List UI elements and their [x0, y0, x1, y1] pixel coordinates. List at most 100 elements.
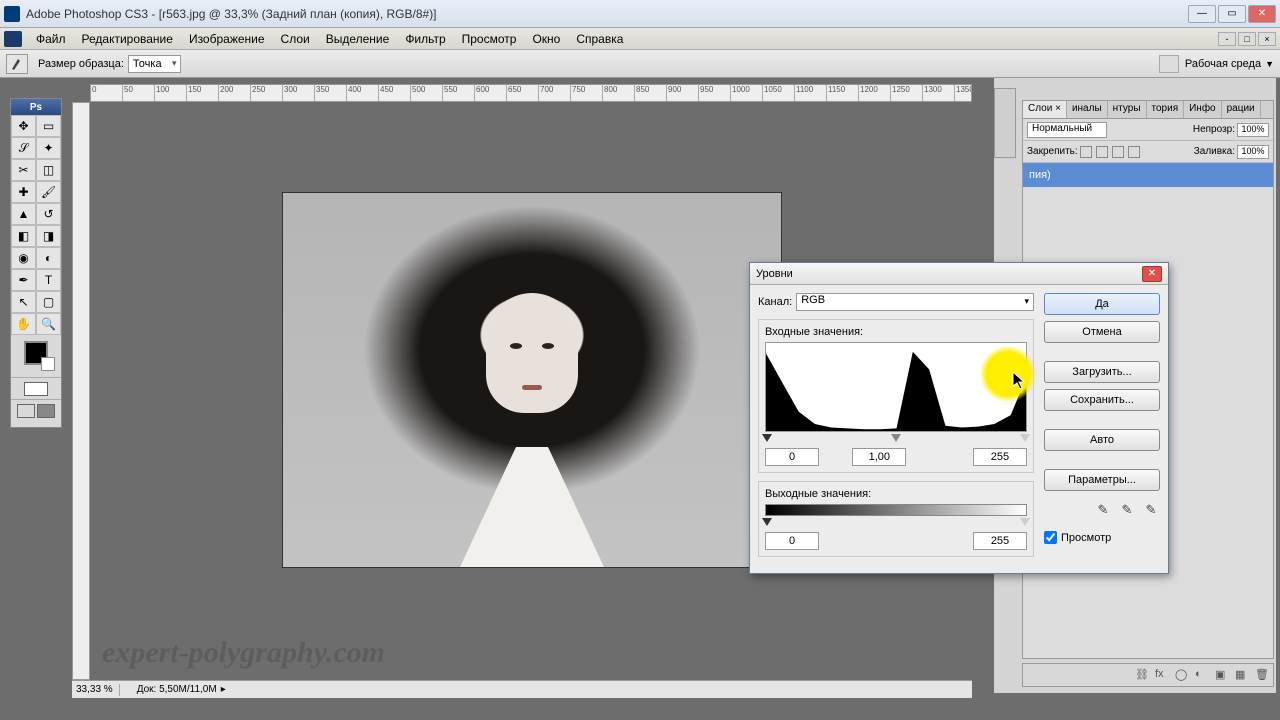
- menu-window[interactable]: Окно: [524, 30, 568, 48]
- zoom-tool-icon[interactable]: 🔍: [36, 313, 61, 335]
- tab-history[interactable]: тория: [1147, 101, 1185, 118]
- dodge-tool-icon[interactable]: ◐: [36, 247, 61, 269]
- fill-input[interactable]: 100%: [1237, 145, 1269, 159]
- tab-actions[interactable]: рации: [1222, 101, 1261, 118]
- tab-paths[interactable]: нтуры: [1108, 101, 1147, 118]
- zoom-level[interactable]: 33,33 %: [76, 684, 113, 695]
- lock-pos-icon[interactable]: [1112, 146, 1124, 158]
- options-button[interactable]: Параметры...: [1044, 469, 1160, 491]
- ruler-horizontal[interactable]: 0501001502002503003504004505005506006507…: [90, 84, 972, 102]
- slice-tool-icon[interactable]: ◫: [36, 159, 61, 181]
- menu-help[interactable]: Справка: [568, 30, 631, 48]
- pen-tool-icon[interactable]: ✒: [11, 269, 36, 291]
- wand-tool-icon[interactable]: ✦: [36, 137, 61, 159]
- shape-tool-icon[interactable]: ▢: [36, 291, 61, 313]
- tab-layers[interactable]: Слои ×: [1023, 101, 1067, 118]
- preview-checkbox[interactable]: [1044, 531, 1057, 544]
- doc-restore-icon[interactable]: □: [1238, 32, 1256, 46]
- input-gamma-field[interactable]: [852, 448, 906, 466]
- preview-label: Просмотр: [1061, 532, 1111, 544]
- menu-edit[interactable]: Редактирование: [74, 30, 181, 48]
- history-brush-icon[interactable]: ↺: [36, 203, 61, 225]
- auto-button[interactable]: Авто: [1044, 429, 1160, 451]
- output-slider-track[interactable]: [765, 518, 1027, 528]
- output-black-slider[interactable]: [762, 518, 772, 526]
- document-canvas[interactable]: [282, 192, 782, 568]
- trash-icon[interactable]: 🗑: [1255, 668, 1269, 682]
- eraser-tool-icon[interactable]: ◧: [11, 225, 36, 247]
- background-swatch[interactable]: [41, 357, 55, 371]
- black-point-slider[interactable]: [762, 434, 772, 442]
- menu-layer[interactable]: Слои: [273, 30, 318, 48]
- gradient-tool-icon[interactable]: ◨: [36, 225, 61, 247]
- crop-tool-icon[interactable]: ✂: [11, 159, 36, 181]
- workspace-label[interactable]: Рабочая среда: [1185, 58, 1261, 70]
- output-white-slider[interactable]: [1020, 518, 1030, 526]
- output-white-field[interactable]: [973, 532, 1027, 550]
- layer-row-active[interactable]: пия): [1023, 163, 1273, 187]
- output-black-field[interactable]: [765, 532, 819, 550]
- menu-image[interactable]: Изображение: [181, 30, 273, 48]
- save-button[interactable]: Сохранить...: [1044, 389, 1160, 411]
- opacity-label: Непрозр:: [1193, 124, 1235, 135]
- ruler-vertical[interactable]: [72, 102, 90, 680]
- workspace-icon[interactable]: [1159, 55, 1179, 73]
- lock-trans-icon[interactable]: [1080, 146, 1092, 158]
- eyedropper-gray-icon[interactable]: ✎: [1118, 501, 1136, 519]
- brush-tool-icon[interactable]: 🖌: [36, 181, 61, 203]
- path-tool-icon[interactable]: ↖: [11, 291, 36, 313]
- heal-tool-icon[interactable]: ✚: [11, 181, 36, 203]
- cancel-button[interactable]: Отмена: [1044, 321, 1160, 343]
- blend-mode-select[interactable]: Нормальный: [1027, 122, 1107, 138]
- dialog-close-button[interactable]: ✕: [1142, 266, 1162, 282]
- panel-dock-icon[interactable]: [994, 88, 1016, 158]
- toolbox-header[interactable]: Ps: [11, 99, 61, 115]
- menu-filter[interactable]: Фильтр: [397, 30, 453, 48]
- ok-button[interactable]: Да: [1044, 293, 1160, 315]
- layer-fx-icon[interactable]: fx: [1155, 668, 1169, 682]
- status-arrow-icon[interactable]: ▸: [221, 684, 226, 695]
- input-levels-label: Входные значения:: [765, 326, 863, 338]
- quickmask-toggle[interactable]: [11, 377, 61, 399]
- lasso-tool-icon[interactable]: 𝒮: [11, 137, 36, 159]
- move-tool-icon[interactable]: ✥: [11, 115, 36, 137]
- type-tool-icon[interactable]: T: [36, 269, 61, 291]
- maximize-button[interactable]: ▭: [1218, 5, 1246, 23]
- doc-size: Док: 5,50M/11,0M: [137, 684, 217, 695]
- layer-mask-icon[interactable]: ◯: [1175, 668, 1189, 682]
- sample-size-select[interactable]: Точка: [128, 55, 181, 73]
- opacity-input[interactable]: 100%: [1237, 123, 1269, 137]
- eyedropper-black-icon[interactable]: ✎: [1094, 501, 1112, 519]
- input-white-field[interactable]: [973, 448, 1027, 466]
- close-button[interactable]: ✕: [1248, 5, 1276, 23]
- screenmode-toggle[interactable]: [11, 399, 61, 421]
- current-tool-icon[interactable]: [6, 54, 28, 74]
- minimize-button[interactable]: —: [1188, 5, 1216, 23]
- white-point-slider[interactable]: [1020, 434, 1030, 442]
- marquee-tool-icon[interactable]: ▭: [36, 115, 61, 137]
- tab-info[interactable]: Инфо: [1184, 101, 1222, 118]
- load-button[interactable]: Загрузить...: [1044, 361, 1160, 383]
- folder-icon[interactable]: ▣: [1215, 668, 1229, 682]
- channel-select[interactable]: RGB: [796, 293, 1034, 311]
- doc-close-icon[interactable]: ×: [1258, 32, 1276, 46]
- dialog-title: Уровни: [756, 268, 793, 280]
- input-slider-track[interactable]: [765, 434, 1027, 444]
- input-black-field[interactable]: [765, 448, 819, 466]
- lock-all-icon[interactable]: [1128, 146, 1140, 158]
- stamp-tool-icon[interactable]: ▲: [11, 203, 36, 225]
- tab-channels[interactable]: иналы: [1067, 101, 1108, 118]
- lock-pixels-icon[interactable]: [1096, 146, 1108, 158]
- menu-file[interactable]: Файл: [28, 30, 74, 48]
- link-layers-icon[interactable]: ⛓: [1135, 668, 1149, 682]
- hand-tool-icon[interactable]: ✋: [11, 313, 36, 335]
- adjustment-icon[interactable]: ◐: [1195, 668, 1209, 682]
- menu-select[interactable]: Выделение: [318, 30, 398, 48]
- new-layer-icon[interactable]: ▦: [1235, 668, 1249, 682]
- doc-minimize-icon[interactable]: -: [1218, 32, 1236, 46]
- eyedropper-white-icon[interactable]: ✎: [1142, 501, 1160, 519]
- blur-tool-icon[interactable]: ◉: [11, 247, 36, 269]
- gamma-slider[interactable]: [891, 434, 901, 442]
- chevron-down-icon[interactable]: ▼: [1265, 59, 1274, 69]
- menu-view[interactable]: Просмотр: [454, 30, 525, 48]
